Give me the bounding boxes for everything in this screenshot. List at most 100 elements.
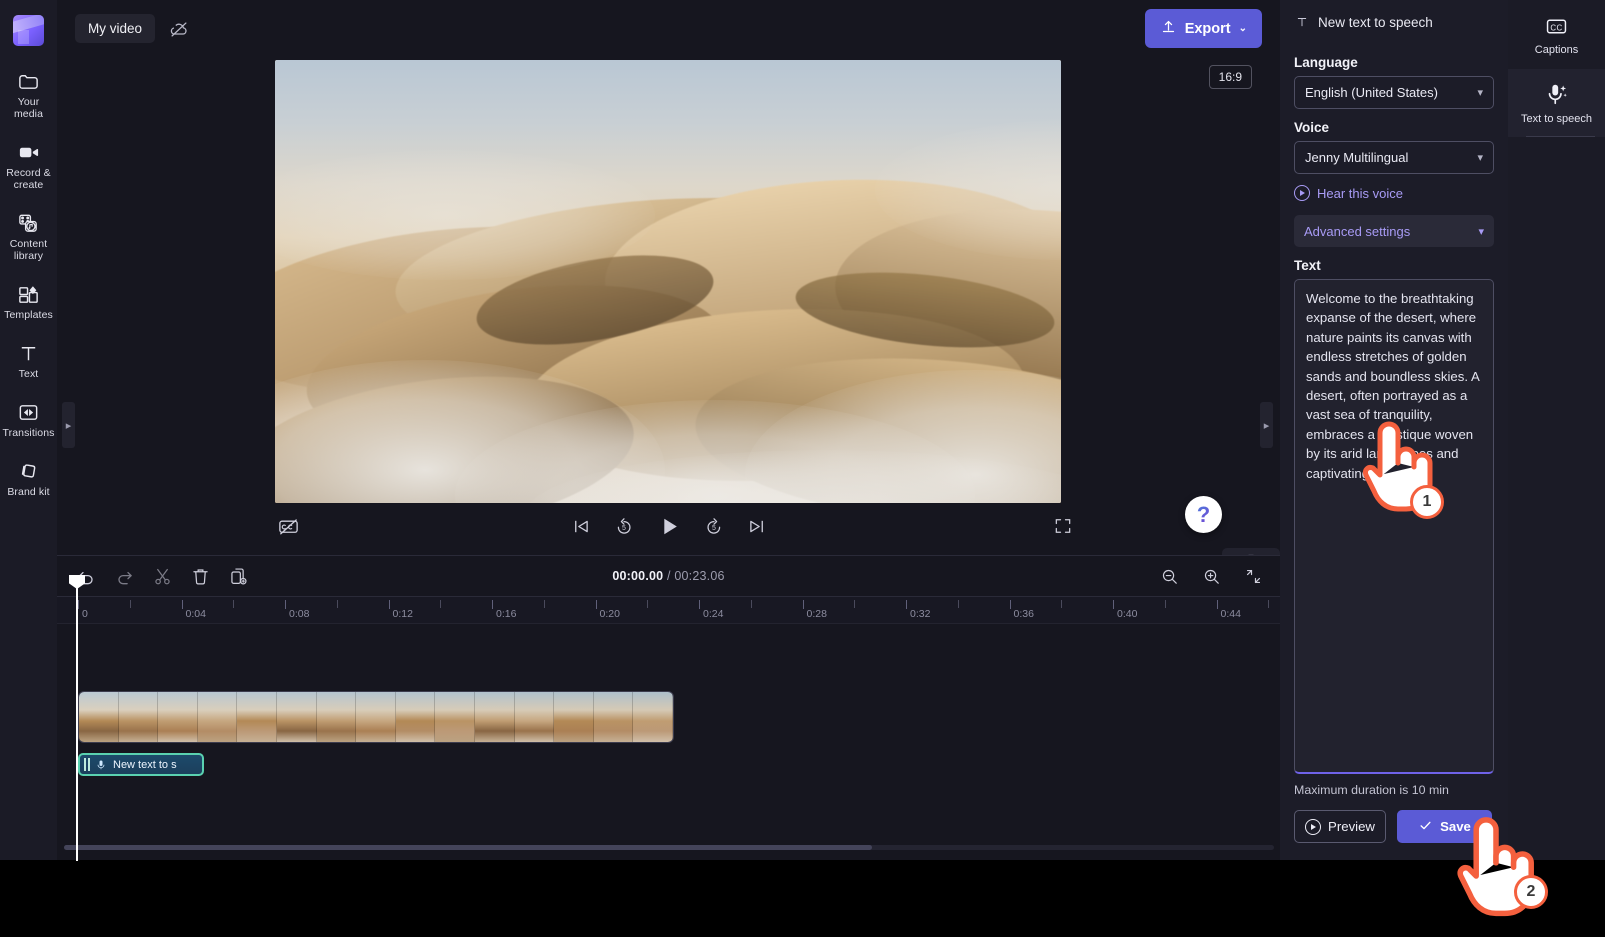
step-2-badge: 2 [1514,875,1548,909]
sidebar-item-record-create[interactable]: Record & create [0,133,57,196]
text-icon [1294,15,1309,30]
redo-icon[interactable] [111,563,137,589]
preview-button[interactable]: Preview [1294,810,1386,843]
ruler-tick-label: 0:24 [703,608,724,620]
video-preview-canvas[interactable] [275,60,1061,503]
clip-thumbnail [554,692,594,742]
text-to-speech-panel: New text to speech Language English (Uni… [1280,0,1508,860]
fit-to-screen-icon[interactable] [1240,563,1266,589]
ruler-tick-minor [1164,600,1166,608]
preview-area: 16:9 5 5 ? [57,57,1280,567]
clip-thumbnail [118,692,159,742]
ruler-tick-minor [1061,600,1063,608]
clip-drag-handle[interactable] [84,758,90,771]
panel-actions: Preview Save [1294,810,1494,843]
sidebar-item-brand-kit[interactable]: Brand kit [0,452,57,503]
brand-kit-icon [17,459,41,483]
play-icon[interactable] [656,514,681,539]
project-name-field[interactable]: My video [75,14,156,43]
ruler-tick-label: 0:20 [599,608,620,620]
ruler-tick-minor [336,600,338,608]
save-button[interactable]: Save [1397,810,1492,843]
text-textarea[interactable]: Welcome to the breathtaking expanse of t… [1294,279,1494,774]
right-sidebar-item-text-to-speech[interactable]: Text to speech [1508,68,1605,137]
content-library-icon [17,211,41,235]
ruler-tick [1113,600,1114,609]
zoom-in-icon[interactable] [1198,563,1224,589]
ruler-tick-label: 0:44 [1220,608,1241,620]
rewind-5-icon[interactable]: 5 [613,516,634,537]
help-button[interactable]: ? [1185,496,1222,533]
chevron-down-icon: ▾ [1478,225,1484,238]
sidebar-label: Content library [9,238,48,262]
hear-this-voice-button[interactable]: Hear this voice [1294,185,1494,201]
right-sidebar-item-captions[interactable]: CC Captions [1508,0,1605,69]
captions-off-icon[interactable] [275,513,301,539]
zoom-out-icon[interactable] [1156,563,1182,589]
clip-thumbnail [316,692,357,742]
timeline-ruler[interactable]: 0 0:04 0:08 0:12 0:16 0:20 0:24 0:28 0:32 0:36 0:4… [57,596,1280,624]
folder-icon [17,69,41,93]
skip-next-icon[interactable] [746,516,767,537]
export-button[interactable]: Export ⌄ [1144,9,1262,48]
collapse-left-panel-handle[interactable]: ▸ [62,402,75,448]
ruler-tick-label: 0:40 [1117,608,1138,620]
sidebar-label: Your media [13,96,44,120]
right-sidebar-label: Captions [1534,44,1579,56]
timeline-tracks: New text to s [57,624,1280,854]
sidebar-label: Brand kit [7,486,50,498]
video-camera-icon [17,140,41,164]
voice-label: Voice [1294,120,1330,135]
clip-thumbnail [435,692,475,742]
clip-thumbnail [633,692,673,742]
text-to-speech-clip[interactable]: New text to s [78,753,204,776]
clip-thumbnail [514,692,555,742]
clipchamp-logo[interactable] [13,15,44,46]
ruler-tick [699,600,700,609]
fullscreen-icon[interactable] [1051,514,1075,538]
trash-icon[interactable] [187,563,213,589]
panel-title: New text to speech [1318,14,1433,30]
scissors-icon[interactable] [149,563,175,589]
sidebar-item-content-library[interactable]: Content library [0,204,57,267]
voice-select[interactable]: Jenny Multilingual ▾ [1294,141,1494,174]
max-duration-note: Maximum duration is 10 min [1294,783,1449,797]
advanced-settings-toggle[interactable]: Advanced settings ▾ [1294,215,1494,247]
play-circle-icon [1294,185,1310,201]
skip-previous-icon[interactable] [570,516,591,537]
cloud-off-icon[interactable] [167,17,191,41]
ruler-tick [492,600,493,609]
collapse-right-panel-handle[interactable]: ▸ [1260,402,1273,448]
playhead[interactable] [69,575,85,861]
sidebar-item-your-media[interactable]: Your media [0,62,57,125]
export-label: Export [1184,20,1231,37]
text-to-speech-icon [95,758,108,771]
ruler-tick-label: 0 [82,608,88,620]
timeline-scrollbar-thumb[interactable] [64,845,872,850]
clip-thumbnail [158,692,198,742]
sidebar-label: Text [18,368,39,380]
svg-text:CC: CC [1550,23,1562,32]
sidebar-item-templates[interactable]: Templates [0,275,57,326]
forward-5-icon[interactable]: 5 [703,516,724,537]
duplicate-icon[interactable] [225,563,251,589]
ruler-tick-label: 0:32 [910,608,931,620]
templates-icon [17,282,41,306]
ruler-tick-minor [750,600,752,608]
ruler-tick-label: 0:08 [289,608,310,620]
total-time: 00:23.06 [674,569,725,583]
language-select[interactable]: English (United States) ▾ [1294,76,1494,109]
video-clip[interactable] [78,691,674,743]
voice-value: Jenny Multilingual [1305,150,1409,165]
timeline-zoom-controls [1156,563,1266,589]
sidebar-item-text[interactable]: Text [0,334,57,385]
top-toolbar: My video Export ⌄ [57,0,1280,57]
clip-thumbnail [593,692,634,742]
aspect-ratio-badge[interactable]: 16:9 [1208,65,1252,89]
timeline: 00:00.00 / 00:23.06 0 0:04 0:08 0:12 0:1… [57,555,1280,861]
sidebar-item-transitions[interactable]: Transitions [0,393,57,444]
play-circle-icon [1305,818,1322,835]
timeline-time-display: 00:00.00 / 00:23.06 [612,569,724,583]
ruler-tick-minor [854,600,856,608]
preview-label: Preview [1328,819,1375,834]
